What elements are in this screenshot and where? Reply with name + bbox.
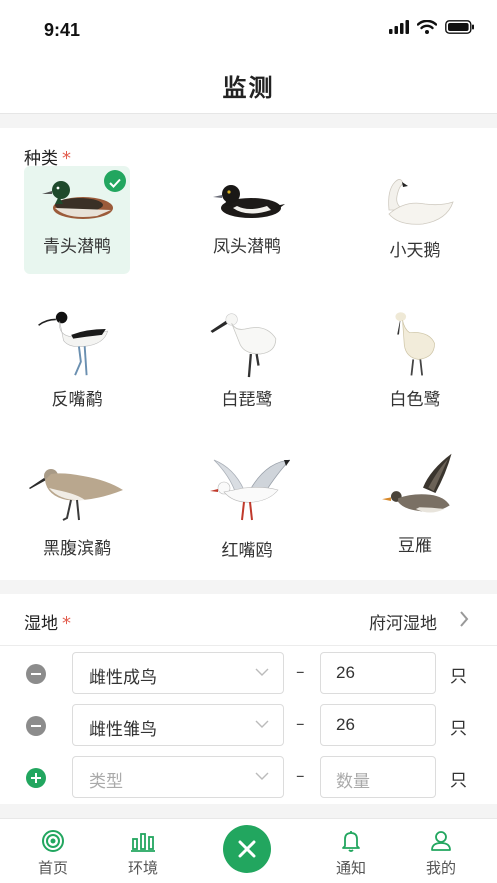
chevron-down-icon — [255, 772, 269, 780]
bird-option-diving-duck[interactable]: 青头潜鸭 — [24, 166, 130, 274]
tab-notifications[interactable]: 通知 — [321, 829, 381, 878]
bar-chart-icon — [131, 833, 155, 852]
quantity-value: 26 — [336, 663, 355, 682]
page-title: 监测 — [222, 74, 275, 102]
type-select-placeholder: 类型 — [89, 772, 123, 792]
chevron-right-icon — [460, 611, 469, 627]
selected-check-icon — [104, 170, 126, 192]
target-icon — [42, 830, 64, 852]
type-select[interactable]: 类型 — [72, 756, 284, 798]
bird-option-avocet[interactable]: 反嘴鹬 — [24, 302, 130, 410]
bird-name: 白色鹭 — [389, 390, 441, 410]
wetland-section: 湿地 * 府河湿地 雌性成鸟 – 26 只 雌性雏鸟 – 26 只 类型 – 数… — [0, 594, 497, 804]
tab-environment[interactable]: 环境 — [113, 829, 173, 878]
chevron-down-icon — [255, 668, 269, 676]
tab-label: 首页 — [37, 859, 68, 877]
dash-separator: – — [296, 662, 305, 682]
nav-bar: 监测 — [0, 58, 497, 114]
dash-separator: – — [296, 766, 305, 786]
type-select[interactable]: 雌性成鸟 — [72, 652, 284, 694]
remove-entry-button[interactable] — [26, 664, 46, 684]
tab-home[interactable]: 首页 — [23, 829, 83, 878]
bird-option-white-egret[interactable]: 白色鹭 — [362, 302, 468, 410]
goose-icon — [382, 453, 452, 513]
bird-option-tufted-duck[interactable]: 凤头潜鸭 — [194, 166, 300, 274]
bird-option-swan[interactable]: 小天鹅 — [362, 166, 468, 274]
bird-name: 小天鹅 — [389, 241, 441, 261]
bird-name: 凤头潜鸭 — [213, 237, 281, 257]
bird-name: 反嘴鹬 — [51, 390, 103, 410]
wetland-label-text: 湿地 — [24, 614, 58, 634]
bird-name: 红嘴鸥 — [221, 541, 273, 561]
tab-profile[interactable]: 我的 — [411, 829, 471, 878]
chevron-down-icon — [255, 720, 269, 728]
count-entry-row: 雌性雏鸟 – 26 只 — [0, 704, 497, 748]
required-mark: * — [62, 613, 71, 634]
remove-entry-button[interactable] — [26, 716, 46, 736]
count-entry-row-new: 类型 – 数量 只 — [0, 756, 497, 800]
bell-icon — [342, 831, 360, 852]
spoonbill-icon — [210, 313, 277, 378]
minus-icon — [31, 673, 41, 675]
tufted-duck-icon — [213, 185, 285, 218]
quantity-input[interactable]: 数量 — [320, 756, 436, 798]
species-section: 种类 * 青头潜鸭 凤头潜鸭 小天鹅 反嘴鹬 白琵鹭 白色鹭 黑腹滨鹬 红嘴鸥 … — [0, 128, 497, 580]
gull-icon — [210, 459, 290, 521]
bird-option-dunlin[interactable]: 黑腹滨鹬 — [24, 454, 130, 562]
bird-option-spoonbill[interactable]: 白琵鹭 — [194, 302, 300, 410]
minus-icon — [31, 725, 41, 727]
battery-icon — [445, 20, 474, 34]
add-entry-button[interactable] — [26, 768, 46, 788]
close-button[interactable] — [223, 825, 271, 873]
dunlin-icon — [29, 469, 123, 521]
quantity-value: 26 — [336, 715, 355, 734]
unit-label: 只 — [450, 667, 467, 687]
swan-icon — [388, 179, 454, 225]
wetland-label: 湿地 * — [24, 609, 71, 634]
wetland-value: 府河湿地 — [369, 614, 437, 634]
signal-icon — [389, 20, 409, 34]
avocet-icon — [38, 311, 109, 376]
white-egret-icon — [395, 312, 435, 376]
status-icons — [389, 20, 475, 34]
tab-label: 通知 — [335, 859, 366, 877]
quantity-placeholder: 数量 — [336, 772, 370, 792]
status-time: 9:41 — [44, 20, 81, 40]
count-entry-row: 雌性成鸟 – 26 只 — [0, 652, 497, 696]
dash-separator: – — [296, 714, 305, 734]
type-select-value: 雌性雏鸟 — [89, 720, 157, 740]
bird-option-goose[interactable]: 豆雁 — [362, 448, 468, 556]
tab-label: 我的 — [425, 859, 456, 877]
type-select[interactable]: 雌性雏鸟 — [72, 704, 284, 746]
status-bar: 9:41 — [0, 0, 497, 58]
plus-icon — [31, 773, 41, 783]
tab-bar: 首页 环境 通知 我的 — [0, 818, 497, 883]
unit-label: 只 — [450, 719, 467, 739]
user-icon — [431, 831, 451, 851]
bird-name: 青头潜鸭 — [43, 237, 111, 257]
close-icon — [238, 840, 256, 858]
tab-label: 环境 — [127, 859, 158, 877]
unit-label: 只 — [450, 771, 467, 791]
quantity-input[interactable]: 26 — [320, 652, 436, 694]
bird-option-gull[interactable]: 红嘴鸥 — [194, 454, 300, 562]
wifi-icon — [417, 20, 437, 34]
wetland-picker[interactable]: 湿地 * 府河湿地 — [0, 594, 497, 646]
bird-name: 豆雁 — [398, 536, 432, 556]
bird-name: 白琵鹭 — [221, 390, 273, 410]
type-select-value: 雌性成鸟 — [89, 668, 157, 688]
bird-name: 黑腹滨鹬 — [43, 539, 111, 559]
quantity-input[interactable]: 26 — [320, 704, 436, 746]
